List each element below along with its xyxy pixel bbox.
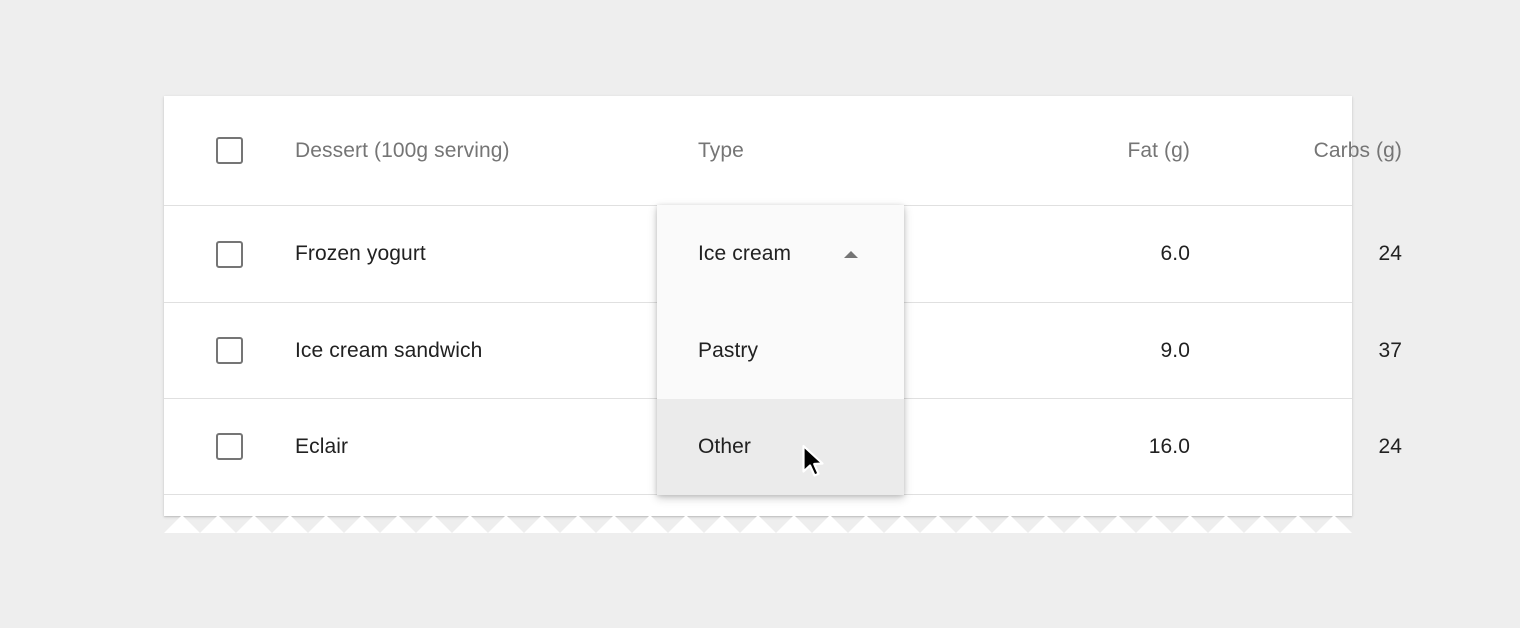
dropdown-option-label: Pastry (698, 339, 759, 362)
torn-edge-decoration (164, 515, 1352, 533)
cell-fat: 9.0 (978, 339, 1190, 363)
dropdown-option-label: Ice cream (698, 242, 792, 265)
row-checkbox[interactable] (216, 433, 243, 460)
cell-dessert: Ice cream sandwich (295, 339, 698, 363)
header-cell-fat[interactable]: Fat (g) (978, 139, 1190, 163)
table-truncated-row (164, 494, 1352, 516)
cell-fat: 6.0 (978, 242, 1190, 266)
column-header-fat-label: Fat (g) (1127, 138, 1190, 162)
cell-dessert: Frozen yogurt (295, 242, 698, 266)
cell-carbs: 37 (1190, 339, 1504, 363)
select-all-checkbox[interactable] (216, 137, 243, 164)
caret-up-icon[interactable] (844, 251, 858, 258)
row-checkbox[interactable] (216, 337, 243, 364)
column-header-dessert-label: Dessert (100g serving) (295, 138, 510, 162)
row-checkbox[interactable] (216, 240, 243, 268)
cell-dessert-text: Ice cream sandwich (295, 338, 483, 362)
header-select-all-cell (164, 137, 295, 164)
cell-dessert-text: Eclair (295, 434, 349, 458)
cell-fat-text: 16.0 (1148, 434, 1190, 458)
cell-fat: 16.0 (978, 435, 1190, 459)
table-header-row: Dessert (100g serving) Type Fat (g) Carb… (164, 96, 1402, 206)
row-select-cell (164, 240, 295, 268)
cell-carbs-text: 37 (1378, 338, 1402, 362)
column-header-type-label: Type (698, 138, 744, 162)
cell-fat-text: 9.0 (1160, 338, 1190, 362)
dropdown-option-ice-cream[interactable]: Ice cream (657, 205, 904, 303)
type-dropdown-menu[interactable]: Ice cream Pastry Other (657, 205, 904, 495)
cell-dessert-text: Frozen yogurt (295, 242, 426, 265)
header-cell-dessert[interactable]: Dessert (100g serving) (295, 139, 698, 163)
column-header-carbs-label: Carbs (g) (1313, 138, 1402, 162)
cell-carbs-text: 24 (1378, 242, 1402, 265)
cell-carbs: 24 (1190, 242, 1504, 266)
header-cell-type[interactable]: Type (698, 139, 978, 163)
dropdown-option-pastry[interactable]: Pastry (657, 303, 904, 399)
cell-fat-text: 6.0 (1160, 242, 1190, 265)
row-select-cell (164, 433, 295, 460)
cell-carbs: 24 (1190, 435, 1504, 459)
cell-dessert: Eclair (295, 435, 698, 459)
row-select-cell (164, 337, 295, 364)
header-cell-carbs[interactable]: Carbs (g) (1190, 139, 1504, 163)
dropdown-option-label: Other (698, 435, 752, 458)
cell-carbs-text: 24 (1378, 434, 1402, 458)
dropdown-option-other[interactable]: Other (657, 399, 904, 495)
